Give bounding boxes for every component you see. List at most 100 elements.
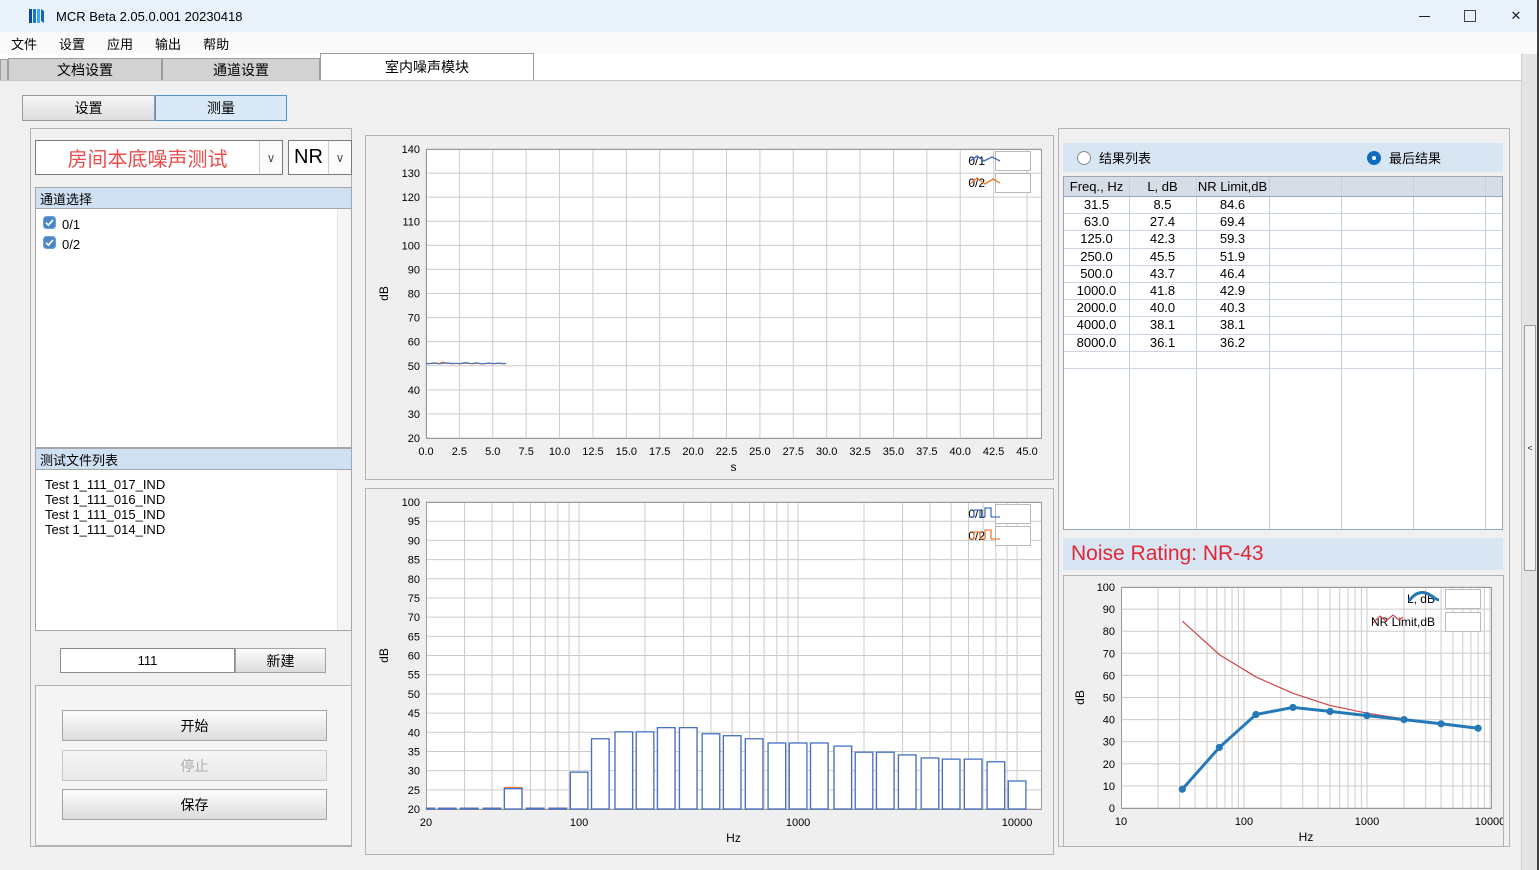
table-cell: 38.1 bbox=[1129, 316, 1196, 333]
time-history-chart: 20304050607080901001101201301400.02.55.0… bbox=[366, 136, 1053, 479]
new-button[interactable]: 新建 bbox=[235, 648, 326, 673]
legend-row: 0/1 bbox=[968, 503, 1031, 525]
table-cell: 51.9 bbox=[1196, 248, 1269, 265]
maximize-icon bbox=[1464, 10, 1476, 22]
svg-text:60: 60 bbox=[408, 337, 420, 349]
menu-item-output[interactable]: 输出 bbox=[144, 34, 192, 53]
svg-text:65: 65 bbox=[408, 631, 420, 643]
svg-text:10.0: 10.0 bbox=[549, 446, 570, 458]
test-file-item[interactable]: Test 1_111_017_IND bbox=[36, 477, 351, 492]
svg-text:30: 30 bbox=[408, 766, 420, 778]
line-legend-icon bbox=[995, 173, 1031, 193]
start-button[interactable]: 开始 bbox=[62, 710, 327, 741]
svg-text:0: 0 bbox=[1109, 803, 1115, 815]
svg-text:22.5: 22.5 bbox=[716, 446, 737, 458]
svg-text:40: 40 bbox=[408, 385, 420, 397]
line-legend-icon bbox=[995, 151, 1031, 171]
table-header-cell: L, dB bbox=[1129, 177, 1196, 196]
svg-text:2.5: 2.5 bbox=[452, 446, 467, 458]
maximize-button[interactable] bbox=[1447, 0, 1493, 32]
svg-text:95: 95 bbox=[408, 516, 420, 528]
file-name-input[interactable] bbox=[60, 648, 235, 673]
svg-text:30: 30 bbox=[1103, 737, 1115, 749]
channel-checkbox-row[interactable]: 0/1 bbox=[36, 214, 351, 234]
table-cell: 40.3 bbox=[1196, 299, 1269, 316]
radio-result-list-label: 结果列表 bbox=[1099, 148, 1151, 167]
table-cell: 42.3 bbox=[1129, 230, 1196, 247]
menu-item-apply[interactable]: 应用 bbox=[96, 34, 144, 53]
radio-result-list[interactable] bbox=[1077, 151, 1091, 165]
svg-text:20: 20 bbox=[1103, 759, 1115, 771]
channel-checkbox-row[interactable]: 0/2 bbox=[36, 234, 351, 254]
spectrum-chart: 2025303540455055606570758085909510020100… bbox=[366, 489, 1053, 854]
svg-text:90: 90 bbox=[408, 264, 420, 276]
table-cell: 40.0 bbox=[1129, 299, 1196, 316]
svg-text:40: 40 bbox=[1103, 715, 1115, 727]
svg-text:80: 80 bbox=[408, 289, 420, 301]
svg-text:60: 60 bbox=[408, 651, 420, 663]
bar-legend-icon bbox=[995, 504, 1031, 524]
svg-text:80: 80 bbox=[408, 574, 420, 586]
svg-text:27.5: 27.5 bbox=[783, 446, 804, 458]
chevron-down-icon[interactable]: ∨ bbox=[259, 141, 282, 174]
close-button[interactable]: ✕ bbox=[1493, 0, 1539, 32]
svg-text:Hz: Hz bbox=[1299, 830, 1314, 844]
table-cell: 27.4 bbox=[1129, 213, 1196, 230]
radio-last-result-label: 最后结果 bbox=[1389, 148, 1441, 167]
channel-select-header: 通道选择 bbox=[35, 187, 352, 209]
table-cell: 43.7 bbox=[1129, 265, 1196, 282]
menu-item-file[interactable]: 文件 bbox=[0, 34, 48, 53]
table-cell: 38.1 bbox=[1196, 316, 1269, 333]
svg-text:90: 90 bbox=[1103, 604, 1115, 616]
table-cell: 8.5 bbox=[1129, 196, 1196, 213]
subtab-measure[interactable]: 测量 bbox=[155, 95, 287, 121]
window-controls: ✕ bbox=[1401, 0, 1539, 32]
menu-item-help[interactable]: 帮助 bbox=[192, 34, 240, 53]
svg-text:100: 100 bbox=[570, 817, 588, 829]
checkbox-checked-icon[interactable] bbox=[43, 216, 56, 232]
table-cell: 4000.0 bbox=[1064, 316, 1129, 333]
svg-text:50: 50 bbox=[1103, 693, 1115, 705]
svg-text:70: 70 bbox=[1103, 648, 1115, 660]
svg-text:15.0: 15.0 bbox=[616, 446, 637, 458]
table-cell: 41.8 bbox=[1129, 282, 1196, 299]
subtab-settings[interactable]: 设置 bbox=[22, 95, 155, 121]
minimize-button[interactable] bbox=[1401, 0, 1447, 32]
tab-document-settings[interactable]: 文档设置 bbox=[8, 58, 162, 80]
radio-last-result[interactable] bbox=[1367, 151, 1381, 165]
save-button[interactable]: 保存 bbox=[62, 789, 327, 820]
svg-text:dB: dB bbox=[377, 648, 391, 663]
scrollbar-track[interactable] bbox=[337, 470, 351, 630]
chevron-down-icon[interactable]: ∨ bbox=[328, 141, 351, 174]
svg-text:140: 140 bbox=[402, 144, 420, 156]
svg-text:40.0: 40.0 bbox=[950, 446, 971, 458]
app-window: { "window": {"title": "MCR Beta 2.05.0.0… bbox=[0, 0, 1539, 870]
panel-collapse-button[interactable]: < bbox=[1524, 325, 1536, 571]
title-bar: MCR Beta 2.05.0.001 20230418 ✕ bbox=[0, 0, 1539, 32]
menu-item-settings[interactable]: 设置 bbox=[48, 34, 96, 53]
svg-text:32.5: 32.5 bbox=[849, 446, 870, 458]
tab-strip-stub bbox=[0, 59, 8, 80]
tab-channel-settings[interactable]: 通道设置 bbox=[162, 58, 320, 80]
nr-result-chart-box: 010203040506070809010010100100010000HzdB… bbox=[1063, 575, 1504, 847]
stop-button[interactable]: 停止 bbox=[62, 750, 327, 781]
result-view-switch: 结果列表 最后结果 bbox=[1063, 143, 1503, 172]
window-title: MCR Beta 2.05.0.001 20230418 bbox=[56, 9, 242, 24]
checkbox-checked-icon[interactable] bbox=[43, 236, 56, 252]
svg-text:70: 70 bbox=[408, 313, 420, 325]
svg-text:dB: dB bbox=[1073, 690, 1087, 705]
table-cell: 8000.0 bbox=[1064, 334, 1129, 351]
svg-text:0.0: 0.0 bbox=[418, 446, 433, 458]
test-type-select[interactable]: 房间本底噪声测试 ∨ bbox=[35, 140, 283, 175]
menu-bar: 文件 设置 应用 输出 帮助 bbox=[0, 32, 1539, 54]
svg-text:10: 10 bbox=[1103, 781, 1115, 793]
test-file-item[interactable]: Test 1_111_016_IND bbox=[36, 492, 351, 507]
tab-indoor-noise-module[interactable]: 室内噪声模块 bbox=[320, 53, 534, 80]
test-file-item[interactable]: Test 1_111_014_IND bbox=[36, 522, 351, 537]
scrollbar-track[interactable] bbox=[337, 209, 351, 447]
nr-standard-select[interactable]: NR ∨ bbox=[288, 140, 352, 175]
test-file-item[interactable]: Test 1_111_015_IND bbox=[36, 507, 351, 522]
svg-text:60: 60 bbox=[1103, 670, 1115, 682]
svg-text:20: 20 bbox=[408, 804, 420, 816]
legend-row: NR Limit,dB bbox=[1371, 611, 1481, 633]
